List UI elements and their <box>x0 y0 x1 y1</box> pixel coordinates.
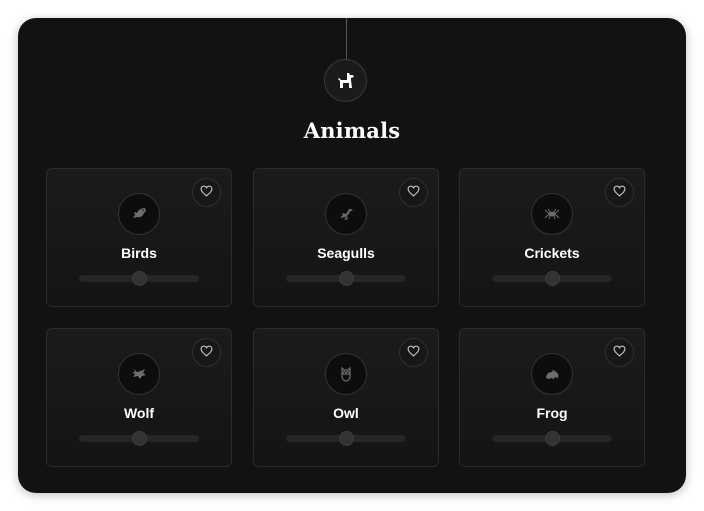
bird-icon <box>118 193 160 235</box>
volume-slider[interactable] <box>286 431 406 446</box>
sound-card-owl: Owl <box>253 328 439 467</box>
volume-slider[interactable] <box>79 271 199 286</box>
volume-slider-thumb[interactable] <box>544 271 560 286</box>
favorite-button[interactable] <box>192 178 221 207</box>
sound-label: Seagulls <box>317 245 375 261</box>
volume-slider-thumb[interactable] <box>338 431 354 446</box>
heart-icon <box>613 344 626 362</box>
hanging-line <box>345 18 347 60</box>
volume-slider[interactable] <box>286 271 406 286</box>
heart-icon <box>200 344 213 362</box>
heart-icon <box>407 344 420 362</box>
owl-icon <box>325 353 367 395</box>
sound-label: Owl <box>333 405 359 421</box>
volume-slider[interactable] <box>492 271 612 286</box>
animals-panel: Animals Birds Seagulls Crickets Wolf Owl… <box>18 18 686 493</box>
favorite-button[interactable] <box>605 338 634 367</box>
sound-label: Wolf <box>123 405 155 421</box>
sound-card-birds: Birds <box>46 168 232 307</box>
volume-slider-thumb[interactable] <box>131 271 147 286</box>
favorite-button[interactable] <box>399 178 428 207</box>
volume-slider-thumb[interactable] <box>338 271 354 286</box>
volume-slider[interactable] <box>492 431 612 446</box>
sound-label: Birds <box>121 245 157 261</box>
favorite-button[interactable] <box>192 338 221 367</box>
page-title: Animals <box>303 118 401 143</box>
volume-slider-thumb[interactable] <box>131 431 147 446</box>
seagull-icon <box>325 193 367 235</box>
volume-slider[interactable] <box>79 431 199 446</box>
favorite-button[interactable] <box>399 338 428 367</box>
heart-icon <box>200 184 213 202</box>
cricket-icon <box>531 193 573 235</box>
heart-icon <box>407 184 420 202</box>
wolf-icon <box>118 353 160 395</box>
sound-label: Frog <box>536 405 568 421</box>
sound-card-crickets: Crickets <box>459 168 645 307</box>
sound-label: Crickets <box>524 245 580 261</box>
sound-card-wolf: Wolf <box>46 328 232 467</box>
volume-slider-thumb[interactable] <box>544 431 560 446</box>
favorite-button[interactable] <box>605 178 634 207</box>
dog-icon <box>324 59 367 102</box>
heart-icon <box>613 184 626 202</box>
frog-icon <box>531 353 573 395</box>
sound-card-frog: Frog <box>459 328 645 467</box>
sound-card-seagulls: Seagulls <box>253 168 439 307</box>
